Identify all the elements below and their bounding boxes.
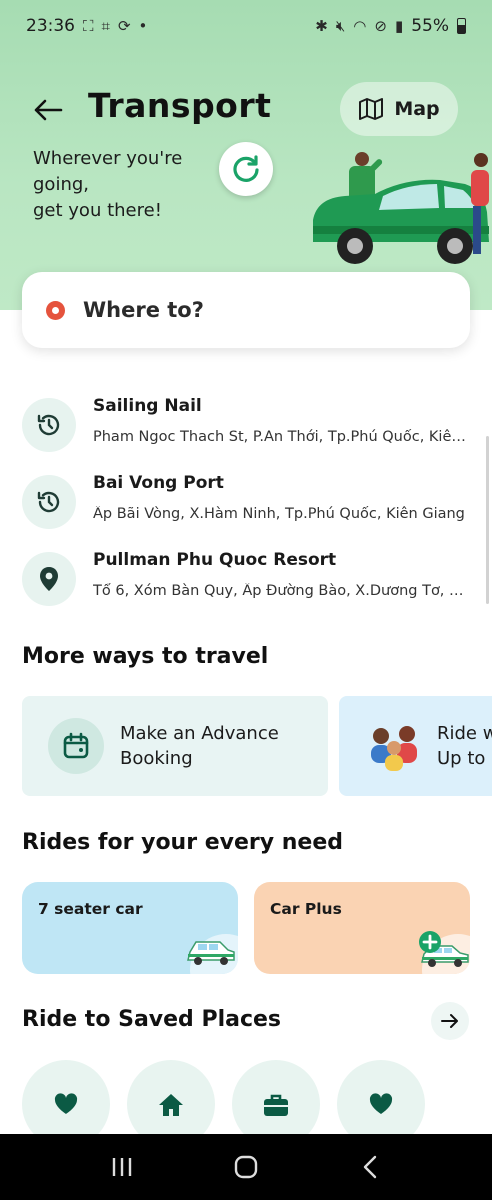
advance-booking-label: Make an Advance Booking (120, 723, 279, 769)
group-ride-label: Ride w Up to - (437, 723, 492, 769)
map-button[interactable]: Map (340, 82, 458, 136)
battery-percent: 55% (411, 16, 449, 36)
recent-apps-button[interactable] (92, 1142, 152, 1192)
group-riders-icon (371, 726, 417, 771)
scan-icon: ⌗ (101, 17, 110, 35)
briefcase-icon (264, 1094, 288, 1116)
home-icon (159, 1094, 183, 1116)
recent-place-item[interactable]: Pullman Phu Quoc Resort Tổ 6, Xóm Bàn Qu… (0, 550, 492, 626)
more-ways-heading: More ways to travel (22, 644, 269, 669)
car-plus-icon (419, 931, 470, 974)
recent-place-name: Pullman Phu Quoc Resort (93, 550, 337, 570)
battery-icon (457, 18, 466, 34)
car-illustration (313, 152, 489, 264)
recent-place-address: Ấp Bãi Vòng, X.Hàm Ninh, Tp.Phú Quốc, Ki… (93, 506, 465, 522)
status-left: 23:36 ⛶ ⌗ ⟳ • (26, 16, 147, 36)
seven-seater-label: 7 seater car (38, 900, 143, 918)
arrow-right-icon (441, 1014, 458, 1028)
status-bar: 23:36 ⛶ ⌗ ⟳ • ✱ 🔇︎ ◠ ⊘ ▮ 55% (0, 0, 492, 52)
recent-apps-icon (112, 1158, 132, 1176)
location-dot-icon (46, 300, 65, 320)
suv-icon (187, 934, 238, 974)
system-nav-bar (0, 1134, 492, 1200)
history-icon (22, 398, 76, 452)
heart-icon (54, 1093, 78, 1114)
status-time: 23:36 (26, 16, 75, 36)
saved-places-heading: Ride to Saved Places (22, 1007, 282, 1032)
transport-screen: 23:36 ⛶ ⌗ ⟳ • ✱ 🔇︎ ◠ ⊘ ▮ 55% Transport M… (0, 0, 492, 1200)
home-nav-button[interactable] (216, 1142, 276, 1192)
back-nav-icon (363, 1155, 377, 1179)
scrollbar[interactable] (486, 436, 489, 604)
page-title: Transport (88, 86, 272, 125)
refresh-button[interactable] (219, 142, 273, 196)
search-bar[interactable]: Where to? (22, 272, 470, 348)
bluetooth-icon: ✱ (315, 17, 328, 35)
saved-places-more-button[interactable] (431, 1002, 469, 1040)
history-icon (22, 475, 76, 529)
arrow-left-icon (34, 99, 63, 121)
header-hero: 23:36 ⛶ ⌗ ⟳ • ✱ 🔇︎ ◠ ⊘ ▮ 55% Transport M… (0, 0, 492, 310)
recent-place-address: Tổ 6, Xóm Bàn Quy, Ấp Đường Bào, X.Dương… (93, 583, 471, 599)
sync-icon: ⟳ (117, 17, 131, 35)
mute-icon: 🔇︎ (335, 17, 346, 35)
recent-place-name: Bai Vong Port (93, 473, 224, 493)
recent-place-item[interactable]: Sailing Nail Pham Ngoc Thach St, P.An Th… (0, 396, 492, 472)
map-label: Map (394, 98, 440, 120)
home-nav-icon (234, 1155, 258, 1179)
header-subtitle: Wherever you're going, get you there! (33, 148, 183, 221)
no-sim-icon: ⊘ (374, 17, 387, 35)
location-pin-icon (22, 552, 76, 606)
rides-heading: Rides for your every need (22, 830, 344, 855)
calendar-icon (48, 718, 104, 774)
back-nav-button[interactable] (340, 1142, 400, 1192)
car-plus-label: Car Plus (270, 900, 342, 918)
seven-seater-card[interactable]: 7 seater car (22, 882, 238, 974)
search-placeholder: Where to? (83, 298, 204, 322)
recent-place-name: Sailing Nail (93, 396, 202, 416)
group-ride-card[interactable]: Ride w Up to - (339, 696, 492, 796)
recent-place-address: Pham Ngoc Thach St, P.An Thới, Tp.Phú Qu… (93, 429, 471, 445)
wifi-icon: ◠ (353, 17, 367, 35)
car-plus-card[interactable]: Car Plus (254, 882, 470, 974)
back-button[interactable] (30, 92, 66, 128)
status-right: ✱ 🔇︎ ◠ ⊘ ▮ 55% (315, 16, 466, 36)
heart-icon (369, 1093, 393, 1114)
advance-booking-card[interactable]: Make an Advance Booking (22, 696, 328, 796)
dot-icon: • (138, 17, 148, 35)
recent-place-item[interactable]: Bai Vong Port Ấp Bãi Vòng, X.Hàm Ninh, T… (0, 473, 492, 549)
map-icon (359, 98, 384, 120)
screenshot-icon: ⛶ (83, 17, 94, 35)
refresh-icon (233, 155, 259, 182)
signal-icon: ▮ (394, 17, 404, 35)
